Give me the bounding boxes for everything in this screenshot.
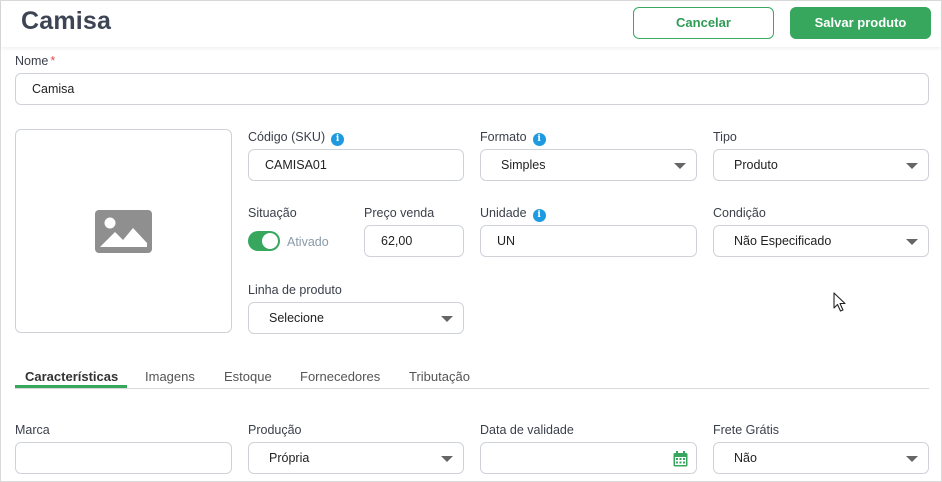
mouse-cursor-icon: [833, 292, 846, 312]
tab-fornecedores[interactable]: Fornecedores: [300, 369, 380, 384]
preco-input[interactable]: 62,00: [364, 225, 464, 257]
active-tab-indicator: [15, 385, 127, 388]
tab-caracteristicas[interactable]: Características: [25, 369, 118, 384]
linha-label: Linha de produto: [248, 283, 342, 297]
situacao-label: Situação: [248, 206, 297, 220]
validade-label: Data de validade: [480, 423, 574, 437]
formato-label: Formato i: [480, 130, 546, 146]
chevron-down-icon: [441, 316, 453, 322]
tab-tributacao[interactable]: Tributação: [409, 369, 470, 384]
unidade-input[interactable]: UN: [480, 225, 697, 257]
marca-label: Marca: [15, 423, 50, 437]
tipo-label: Tipo: [713, 130, 737, 144]
tab-estoque[interactable]: Estoque: [224, 369, 272, 384]
linha-select[interactable]: Selecione: [248, 302, 464, 334]
required-mark: *: [50, 54, 56, 68]
image-placeholder-icon: [95, 210, 152, 253]
sku-input[interactable]: CAMISA01: [248, 149, 464, 181]
producao-select[interactable]: Própria: [248, 442, 464, 474]
page-title: Camisa: [21, 7, 112, 35]
linha-value: Selecione: [269, 311, 324, 325]
condicao-select[interactable]: Não Especificado: [713, 225, 929, 257]
situacao-toggle[interactable]: [248, 231, 280, 251]
chevron-down-icon: [674, 163, 686, 169]
validade-input[interactable]: [480, 442, 697, 474]
condicao-label: Condição: [713, 206, 766, 220]
info-icon[interactable]: i: [532, 209, 546, 222]
situacao-state-label: Ativado: [287, 235, 329, 249]
nome-input[interactable]: Camisa: [15, 73, 929, 105]
formato-select[interactable]: Simples: [480, 149, 697, 181]
info-icon[interactable]: i: [331, 133, 345, 146]
nome-label: Nome *: [15, 54, 56, 68]
cancel-button[interactable]: Cancelar: [633, 7, 774, 39]
formato-value: Simples: [501, 158, 546, 172]
tipo-value: Produto: [734, 158, 778, 172]
sku-label: Código (SKU) i: [248, 130, 345, 146]
marca-input[interactable]: [15, 442, 232, 474]
producao-value: Própria: [269, 451, 310, 465]
chevron-down-icon: [906, 456, 918, 462]
tipo-select[interactable]: Produto: [713, 149, 929, 181]
tab-imagens[interactable]: Imagens: [145, 369, 195, 384]
tab-divider: [15, 388, 929, 389]
header-bar: Camisa Cancelar Salvar produto: [1, 1, 941, 47]
info-icon[interactable]: i: [532, 133, 546, 146]
chevron-down-icon: [441, 456, 453, 462]
unidade-label: Unidade i: [480, 206, 546, 222]
product-image-dropzone[interactable]: [15, 129, 232, 333]
frete-label: Frete Grátis: [713, 423, 779, 437]
condicao-value: Não Especificado: [734, 234, 832, 248]
save-product-button[interactable]: Salvar produto: [790, 7, 931, 39]
preco-label: Preço venda: [364, 206, 435, 220]
chevron-down-icon: [906, 239, 918, 245]
producao-label: Produção: [248, 423, 302, 437]
frete-value: Não: [734, 451, 757, 465]
chevron-down-icon: [906, 163, 918, 169]
frete-select[interactable]: Não: [713, 442, 929, 474]
calendar-icon[interactable]: [673, 451, 688, 467]
